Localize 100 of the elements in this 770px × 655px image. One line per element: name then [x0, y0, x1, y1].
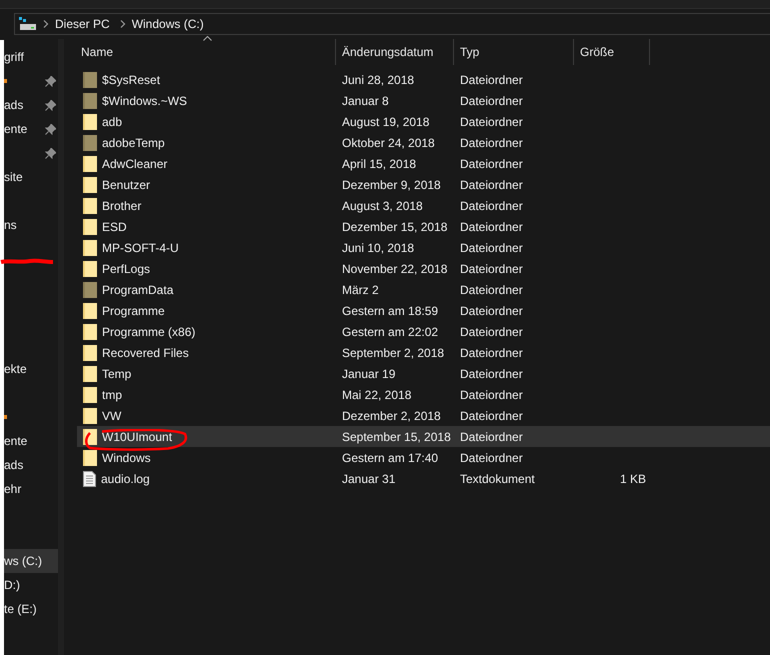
file-name: Windows	[102, 450, 151, 464]
file-row[interactable]: adobeTemp Oktober 24, 2018 Dateiordner	[77, 132, 770, 153]
highlighted-file-row[interactable]: W10UImount September 15, 2018 Dateiordner	[77, 426, 770, 447]
file-type: Dateiordner	[460, 178, 523, 192]
file-row[interactable]: MP-SOFT-4-U Juni 10, 2018 Dateiordner	[77, 237, 770, 258]
column-header[interactable]: Name	[77, 39, 336, 65]
file-name: VW	[102, 408, 122, 422]
file-row[interactable]: $Windows.~WS Januar 8 Dateiordner	[77, 90, 770, 111]
selected-nav-item[interactable]: ws (C:)	[4, 549, 58, 573]
pin-icon	[45, 76, 56, 86]
nav-item[interactable]: ekte	[4, 357, 58, 381]
pin-icon	[45, 148, 56, 158]
pin-icon	[45, 100, 56, 110]
file-name: Benutzer	[102, 178, 150, 192]
file-row[interactable]: $SysReset Juni 28, 2018 Dateiordner	[77, 69, 770, 90]
pin-icon	[45, 124, 56, 134]
nav-item[interactable]: ente	[4, 429, 58, 453]
file-name: PerfLogs	[102, 262, 150, 276]
file-row[interactable]: tmp Mai 22, 2018 Dateiordner	[77, 384, 770, 405]
file-name: adobeTemp	[102, 136, 165, 150]
file-name: W10UImount	[102, 430, 172, 444]
file-name: $SysReset	[102, 72, 160, 86]
file-type: Dateiordner	[460, 262, 523, 276]
modified-date: Januar 19	[342, 366, 396, 380]
file-type: Dateiordner	[460, 304, 523, 318]
file-row[interactable]: Temp Januar 19 Dateiordner	[77, 363, 770, 384]
nav-item[interactable]: te (E:)	[4, 597, 58, 621]
file-row[interactable]: Brother August 3, 2018 Dateiordner	[77, 195, 770, 216]
file-name: audio.log	[101, 472, 150, 486]
file-type: Dateiordner	[460, 408, 523, 422]
modified-date: Gestern am 18:59	[342, 304, 438, 318]
modified-date: Januar 8	[342, 94, 389, 108]
nav-item[interactable]: ente	[4, 117, 58, 141]
file-type: Dateiordner	[460, 240, 523, 254]
nav-item[interactable]: griff	[4, 45, 58, 69]
text-file-icon	[83, 470, 96, 486]
file-type: Dateiordner	[460, 324, 523, 338]
address-bar[interactable]: Dieser PC Windows (C:)	[14, 13, 770, 35]
file-type: Dateiordner	[460, 156, 523, 170]
modified-date: Gestern am 22:02	[342, 324, 438, 338]
file-type: Dateiordner	[460, 94, 523, 108]
file-row[interactable]: audio.log Januar 31 Textdokument 1 KB	[77, 468, 770, 489]
file-name: adb	[102, 114, 122, 128]
modified-date: April 15, 2018	[342, 156, 416, 170]
file-type: Dateiordner	[460, 388, 523, 402]
chevron-icon	[120, 20, 126, 28]
nav-item[interactable]: ads	[4, 453, 58, 477]
modified-date: Dezember 2, 2018	[342, 408, 441, 422]
nav-item[interactable]: site	[4, 165, 58, 189]
file-size: 1 KB	[620, 472, 646, 486]
file-row[interactable]: Programme (x86) Gestern am 22:02 Dateiordner	[77, 321, 770, 342]
modified-date: Dezember 15, 2018	[342, 220, 448, 234]
nav-item[interactable]: D:)	[4, 573, 58, 597]
file-type: Dateiordner	[460, 72, 523, 86]
file-name: $Windows.~WS	[102, 94, 188, 108]
file-type: Dateiordner	[460, 114, 523, 128]
file-row[interactable]: Benutzer Dezember 9, 2018 Dateiordner	[77, 174, 770, 195]
modified-date: September 2, 2018	[342, 346, 444, 360]
column-header[interactable]: Typ	[454, 39, 574, 65]
file-row[interactable]: Recovered Files September 2, 2018 Dateiordner	[77, 342, 770, 363]
file-type: Dateiordner	[460, 430, 523, 444]
file-row[interactable]: Programme Gestern am 18:59 Dateiordner	[77, 300, 770, 321]
drive-icon	[19, 17, 37, 31]
breadcrumb[interactable]: Windows (C:)	[132, 17, 204, 31]
modified-date: September 15, 2018	[342, 430, 451, 444]
file-type: Dateiordner	[460, 136, 523, 150]
file-type: Dateiordner	[460, 366, 523, 380]
file-name: ProgramData	[102, 282, 174, 296]
file-type: Dateiordner	[460, 450, 523, 464]
file-row[interactable]: AdwCleaner April 15, 2018 Dateiordner	[77, 153, 770, 174]
column-header[interactable]: Größe	[574, 39, 650, 65]
file-type: Dateiordner	[460, 198, 523, 212]
chevron-icon	[43, 20, 49, 28]
nav-item[interactable]: ehr	[4, 477, 58, 501]
file-row[interactable]: ProgramData März 2 Dateiordner	[77, 279, 770, 300]
sort-caret-icon	[203, 36, 212, 41]
file-type: Dateiordner	[460, 346, 523, 360]
column-header[interactable]: Änderungsdatum	[336, 39, 454, 65]
breadcrumb[interactable]: Dieser PC	[55, 17, 110, 31]
modified-date: Juni 10, 2018	[342, 240, 414, 254]
file-type: Dateiordner	[460, 282, 523, 296]
file-name: Programme	[102, 304, 165, 318]
file-row[interactable]: PerfLogs November 22, 2018 Dateiordner	[77, 258, 770, 279]
file-name: ESD	[102, 220, 127, 234]
modified-date: August 3, 2018	[342, 198, 423, 212]
modified-date: Dezember 9, 2018	[342, 178, 441, 192]
file-name: tmp	[102, 388, 122, 402]
modified-date: Oktober 24, 2018	[342, 136, 435, 150]
modified-date: Mai 22, 2018	[342, 388, 412, 402]
file-row[interactable]: adb August 19, 2018 Dateiordner	[77, 111, 770, 132]
file-row[interactable]: Windows Gestern am 17:40 Dateiordner	[77, 447, 770, 468]
file-name: Brother	[102, 198, 142, 212]
file-row[interactable]: VW Dezember 2, 2018 Dateiordner	[77, 405, 770, 426]
nav-item[interactable]: ns	[4, 213, 58, 237]
modified-date: November 22, 2018	[342, 262, 448, 276]
file-row[interactable]: ESD Dezember 15, 2018 Dateiordner	[77, 216, 770, 237]
nav-item[interactable]: ads	[4, 93, 58, 117]
file-name: Programme (x86)	[102, 324, 196, 338]
modified-date: August 19, 2018	[342, 114, 430, 128]
file-type: Textdokument	[460, 472, 535, 486]
